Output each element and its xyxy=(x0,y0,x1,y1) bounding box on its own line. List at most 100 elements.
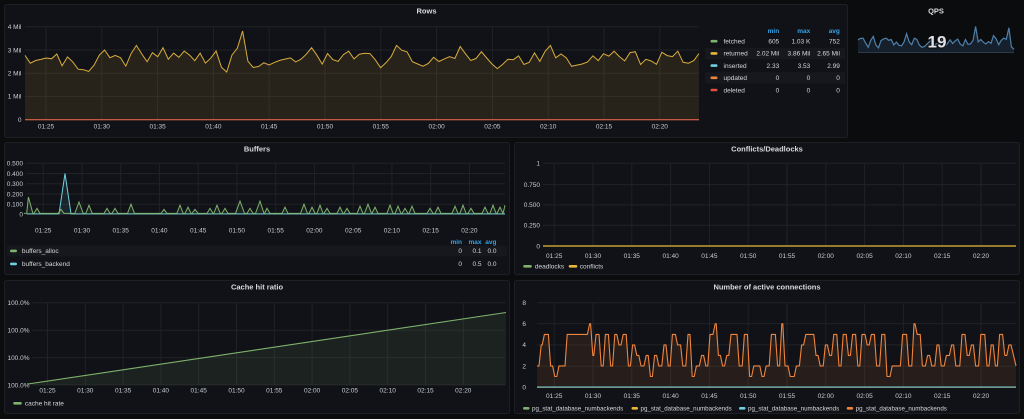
svg-text:02:15: 02:15 xyxy=(934,393,951,400)
svg-text:100.0%: 100.0% xyxy=(7,300,29,307)
svg-text:01:30: 01:30 xyxy=(77,388,94,395)
svg-text:0.250: 0.250 xyxy=(524,223,541,230)
svg-text:2.02 Mil: 2.02 Mil xyxy=(756,51,779,58)
svg-text:0: 0 xyxy=(522,384,526,391)
svg-text:pg_stat_database_numbackends: pg_stat_database_numbackends xyxy=(532,406,623,413)
svg-text:100.0%: 100.0% xyxy=(7,328,29,335)
svg-text:02:20: 02:20 xyxy=(455,388,472,395)
svg-text:100.0%: 100.0% xyxy=(7,355,29,362)
svg-text:0.100: 0.100 xyxy=(7,202,24,209)
svg-text:01:30: 01:30 xyxy=(585,253,602,260)
svg-text:0.5: 0.5 xyxy=(472,261,481,268)
svg-text:2 Mil: 2 Mil xyxy=(8,71,22,78)
svg-text:01:25: 01:25 xyxy=(38,124,55,131)
svg-text:02:00: 02:00 xyxy=(428,124,445,131)
svg-text:deadlocks: deadlocks xyxy=(535,264,565,271)
svg-text:02:10: 02:10 xyxy=(384,228,401,235)
svg-text:01:40: 01:40 xyxy=(205,124,222,131)
svg-text:02:10: 02:10 xyxy=(380,388,397,395)
svg-text:Rows: Rows xyxy=(416,7,436,16)
svg-text:01:45: 01:45 xyxy=(701,393,718,400)
svg-text:02:20: 02:20 xyxy=(973,253,990,260)
svg-text:3.53: 3.53 xyxy=(798,63,811,70)
svg-text:02:00: 02:00 xyxy=(306,228,323,235)
svg-text:min: min xyxy=(450,239,462,246)
svg-text:01:55: 01:55 xyxy=(779,253,796,260)
svg-text:1 Mil: 1 Mil xyxy=(8,94,22,101)
svg-text:0: 0 xyxy=(18,117,22,124)
svg-text:01:35: 01:35 xyxy=(624,253,641,260)
svg-text:02:10: 02:10 xyxy=(540,124,557,131)
svg-text:3 Mil: 3 Mil xyxy=(8,47,22,54)
svg-text:2.33: 2.33 xyxy=(767,63,780,70)
svg-text:02:15: 02:15 xyxy=(596,124,613,131)
svg-text:01:55: 01:55 xyxy=(779,393,796,400)
svg-text:02:15: 02:15 xyxy=(934,253,951,260)
svg-text:02:20: 02:20 xyxy=(652,124,669,131)
svg-text:01:30: 01:30 xyxy=(94,124,111,131)
svg-text:752: 752 xyxy=(829,39,840,46)
svg-text:01:55: 01:55 xyxy=(268,228,285,235)
svg-text:min: min xyxy=(768,28,780,35)
svg-text:Conflicts/Deadlocks: Conflicts/Deadlocks xyxy=(731,145,803,154)
svg-text:02:00: 02:00 xyxy=(304,388,321,395)
svg-text:01:45: 01:45 xyxy=(191,388,208,395)
svg-text:01:25: 01:25 xyxy=(35,228,52,235)
svg-text:0: 0 xyxy=(458,248,462,255)
svg-text:buffers_alloc: buffers_alloc xyxy=(22,248,59,255)
svg-text:0.300: 0.300 xyxy=(7,181,24,188)
svg-text:pg_stat_database_numbackends: pg_stat_database_numbackends xyxy=(856,406,947,413)
svg-text:02:05: 02:05 xyxy=(345,228,362,235)
svg-text:01:35: 01:35 xyxy=(113,228,130,235)
svg-text:pg_stat_database_numbackends: pg_stat_database_numbackends xyxy=(641,406,732,413)
svg-text:0.500: 0.500 xyxy=(7,161,24,168)
svg-text:Number of active connections: Number of active connections xyxy=(713,283,820,292)
svg-text:0: 0 xyxy=(776,75,780,82)
svg-text:01:45: 01:45 xyxy=(701,253,718,260)
svg-text:0.500: 0.500 xyxy=(524,202,541,209)
svg-text:returned: returned xyxy=(724,51,749,58)
svg-text:01:55: 01:55 xyxy=(373,124,390,131)
svg-text:0.400: 0.400 xyxy=(7,171,24,178)
svg-text:02:15: 02:15 xyxy=(423,228,440,235)
svg-text:02:05: 02:05 xyxy=(856,393,873,400)
svg-text:0.200: 0.200 xyxy=(7,191,24,198)
svg-text:2.99: 2.99 xyxy=(827,63,840,70)
svg-text:avg: avg xyxy=(829,28,840,35)
svg-text:02:00: 02:00 xyxy=(818,253,835,260)
svg-text:01:40: 01:40 xyxy=(153,388,170,395)
svg-text:max: max xyxy=(468,239,481,246)
svg-text:01:50: 01:50 xyxy=(740,253,757,260)
svg-text:avg: avg xyxy=(485,239,496,246)
svg-text:2: 2 xyxy=(522,364,526,371)
svg-text:0: 0 xyxy=(836,87,840,94)
svg-text:0.750: 0.750 xyxy=(524,182,541,189)
svg-text:02:10: 02:10 xyxy=(895,393,912,400)
svg-text:0: 0 xyxy=(807,87,811,94)
svg-text:Cache hit ratio: Cache hit ratio xyxy=(231,283,284,292)
svg-text:0: 0 xyxy=(458,261,462,268)
svg-text:01:35: 01:35 xyxy=(624,393,641,400)
svg-text:100.0%: 100.0% xyxy=(7,382,29,389)
svg-text:1.03 K: 1.03 K xyxy=(792,39,811,46)
svg-text:0.0: 0.0 xyxy=(487,261,496,268)
svg-text:605: 605 xyxy=(768,39,779,46)
svg-text:3.86 Mil: 3.86 Mil xyxy=(788,51,811,58)
svg-text:Buffers: Buffers xyxy=(244,145,270,154)
svg-text:02:20: 02:20 xyxy=(461,228,478,235)
svg-text:01:25: 01:25 xyxy=(39,388,56,395)
svg-text:0.1: 0.1 xyxy=(472,248,481,255)
svg-text:01:45: 01:45 xyxy=(190,228,207,235)
svg-text:01:30: 01:30 xyxy=(585,393,602,400)
svg-text:02:15: 02:15 xyxy=(417,388,434,395)
svg-text:buffers_backend: buffers_backend xyxy=(22,261,70,268)
svg-text:01:40: 01:40 xyxy=(151,228,168,235)
svg-text:max: max xyxy=(797,28,810,35)
svg-text:02:10: 02:10 xyxy=(895,253,912,260)
svg-text:01:40: 01:40 xyxy=(662,393,679,400)
svg-text:01:50: 01:50 xyxy=(317,124,334,131)
svg-text:cache hit rate: cache hit rate xyxy=(25,401,64,408)
svg-text:0: 0 xyxy=(776,87,780,94)
svg-text:8: 8 xyxy=(522,300,526,307)
svg-text:01:50: 01:50 xyxy=(740,393,757,400)
